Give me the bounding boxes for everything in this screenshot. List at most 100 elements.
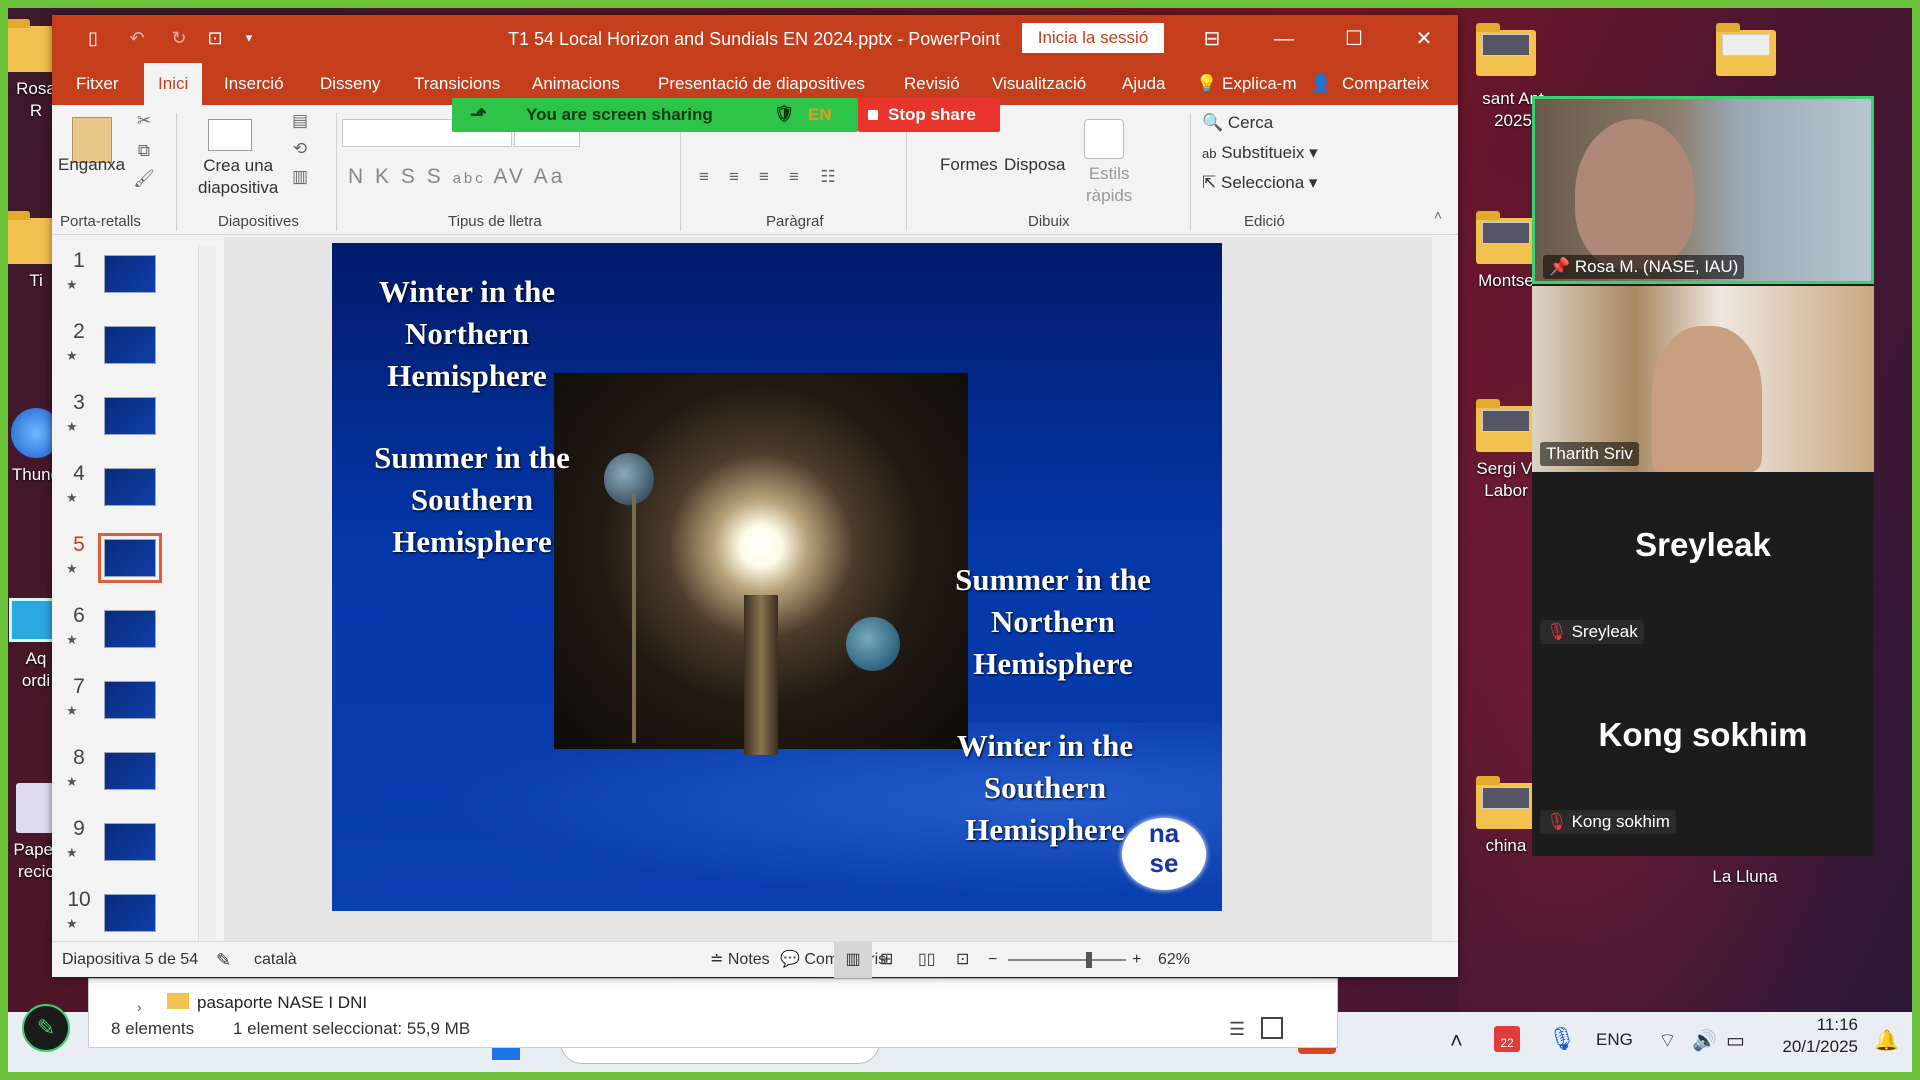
chevron-right-icon[interactable]: › [137,999,142,1015]
tab-insert[interactable]: Inserció [224,63,284,105]
chevron-up-icon[interactable]: ˄ [1450,1028,1463,1054]
language-status[interactable]: català [254,942,297,978]
slide-scrollbar[interactable] [1432,237,1452,947]
desktop-icon-sant-antoni[interactable] [1458,23,1554,82]
reset-icon[interactable]: ⟲ [288,139,312,161]
slide-text-summer-north[interactable]: Summer in the Northern Hemisphere [938,559,1168,685]
current-slide[interactable]: Winter in the Northern Hemisphere Summer… [332,243,1222,911]
justify-icon[interactable]: ≡ [782,167,806,189]
ribbon-display-icon[interactable]: ⊟ [1184,15,1240,63]
quick-styles-icon[interactable] [1084,119,1124,159]
slide-thumbnail[interactable] [104,681,156,719]
slide-thumbnail[interactable] [104,468,156,506]
tell-me-button[interactable]: Explica-m [1222,63,1297,105]
slideshow-icon[interactable]: ⊡ [956,942,969,978]
section-icon[interactable]: ▥ [288,167,312,189]
columns-icon[interactable]: ☷ [816,167,840,189]
cut-icon[interactable]: ✂ [132,111,156,133]
volume-icon[interactable]: 🔊 [1692,1028,1717,1053]
clock[interactable]: 11:16 20/1/2025 [1778,1014,1858,1058]
share-button[interactable]: Comparteix [1342,63,1429,105]
slide-sorter-icon[interactable]: ⊞ [880,942,893,978]
details-view-icon[interactable]: ☰ [1229,1019,1245,1040]
find-button[interactable]: 🔍 Cerca [1202,113,1273,133]
zoom-in-icon[interactable]: + [1132,942,1141,978]
align-right-icon[interactable]: ≡ [752,167,776,189]
microphone-icon[interactable]: 🎙 [1548,1026,1576,1052]
participant-tile-kong[interactable]: Kong sokhim 🎙 Kong sokhim [1532,666,1874,854]
participant-tile-sreyleak[interactable]: Sreyleak 🎙 Sreyleak [1532,476,1874,664]
bold-button[interactable]: N [348,165,366,188]
annotate-pen-icon[interactable]: ✎ [22,1004,70,1052]
screen-sharing-banner[interactable]: ⬏ You are screen sharing 🛡 EN [452,98,858,132]
explorer-folder-name[interactable]: pasaporte NASE I DNI [197,993,367,1013]
zoom-level[interactable]: 62% [1158,942,1190,978]
undo-icon[interactable]: ↶ [126,27,148,49]
italic-button[interactable]: K [375,165,392,188]
spelling-icon[interactable]: ✎ [216,942,231,978]
sun-earth-photo[interactable] [554,373,968,755]
change-case-button[interactable]: Aa [534,165,566,188]
slide-thumbnail[interactable] [104,752,156,790]
new-slide-button[interactable]: Crea una diapositiva [198,155,278,199]
minimize-button[interactable]: — [1256,15,1312,63]
slide-thumbnail[interactable] [98,533,162,583]
calendar-icon[interactable]: 22 [1494,1026,1520,1052]
zoom-slider[interactable] [1008,959,1126,961]
notes-button[interactable]: ≐ Notes [710,942,770,978]
tab-home[interactable]: Inici [144,63,203,108]
zoom-out-icon[interactable]: − [988,942,997,978]
redo-icon[interactable]: ↻ [168,27,190,49]
language-indicator[interactable]: ENG [1596,1030,1633,1050]
notifications-icon[interactable]: 🔔 [1874,1028,1899,1053]
slide-text-winter-south[interactable]: Winter in the Southern Hemisphere [930,725,1160,851]
slide-text-summer-south[interactable]: Summer in the Southern Hemisphere [342,437,602,563]
copy-icon[interactable]: ⧉ [132,141,156,163]
tab-design[interactable]: Disseny [320,63,380,105]
align-left-icon[interactable]: ≡ [692,167,716,189]
format-painter-icon[interactable]: 🖌 [132,169,156,191]
presenter-icon[interactable]: ⊡ [204,27,226,49]
zoom-slider-thumb[interactable] [1086,952,1092,968]
layout-icon[interactable]: ▤ [288,111,312,133]
replace-button[interactable]: ab Substitueix ▾ [1202,143,1318,163]
align-center-icon[interactable]: ≡ [722,167,746,189]
shadow-button[interactable]: S [427,165,444,188]
char-spacing-button[interactable]: AV [493,165,525,188]
reading-view-icon[interactable]: ▯▯ [918,942,936,978]
slide-thumbnail[interactable] [104,823,156,861]
collapse-ribbon-icon[interactable]: ˄ [1426,207,1450,229]
stop-share-button[interactable]: Stop share [858,98,1000,132]
battery-icon[interactable]: ▭ [1726,1028,1745,1053]
wifi-icon[interactable]: ⌔ [1658,1028,1677,1053]
tab-file[interactable]: Fitxer [76,63,119,105]
maximize-button[interactable]: ☐ [1326,15,1382,63]
underline-button[interactable]: S [401,165,418,188]
slide-thumbnail[interactable] [104,610,156,648]
customize-toolbar-icon[interactable]: ▾ [238,27,260,49]
slide-thumbnail[interactable] [104,326,156,364]
shapes-button[interactable]: Formes [940,155,998,175]
desktop-icon-la-lluna[interactable]: La Lluna [1695,866,1795,888]
tab-view[interactable]: Visualització [992,63,1086,105]
strikethrough-button[interactable]: abc [453,170,486,187]
select-button[interactable]: ⇱ Selecciona ▾ [1202,173,1317,193]
desktop-icon-folder-2[interactable] [1698,23,1794,82]
slide-thumbnail[interactable] [104,894,156,932]
normal-view-icon[interactable]: ▥ [834,942,872,978]
slide-text-winter-north[interactable]: Winter in the Northern Hemisphere [342,271,592,397]
slide-thumbnail[interactable] [104,255,156,293]
font-format-buttons[interactable]: N K S S abc AV Aa [348,165,565,189]
tab-help[interactable]: Ajuda [1122,63,1165,105]
arrange-button[interactable]: Disposa [1004,155,1065,175]
tiles-view-icon[interactable] [1261,1017,1283,1039]
participant-tile-rosa[interactable]: 📌 Rosa M. (NASE, IAU) [1532,96,1874,284]
close-button[interactable]: ✕ [1396,15,1452,63]
save-icon[interactable]: ▯ [82,27,104,49]
new-slide-icon[interactable] [208,119,252,151]
paste-button[interactable]: Enganxa [58,155,125,175]
thumbnails-scrollbar[interactable] [198,245,216,945]
slide-thumbnail[interactable] [104,397,156,435]
quick-styles-button[interactable]: Estils ràpids [1086,163,1132,207]
sign-in-button[interactable]: Inicia la sessió [1022,23,1164,53]
